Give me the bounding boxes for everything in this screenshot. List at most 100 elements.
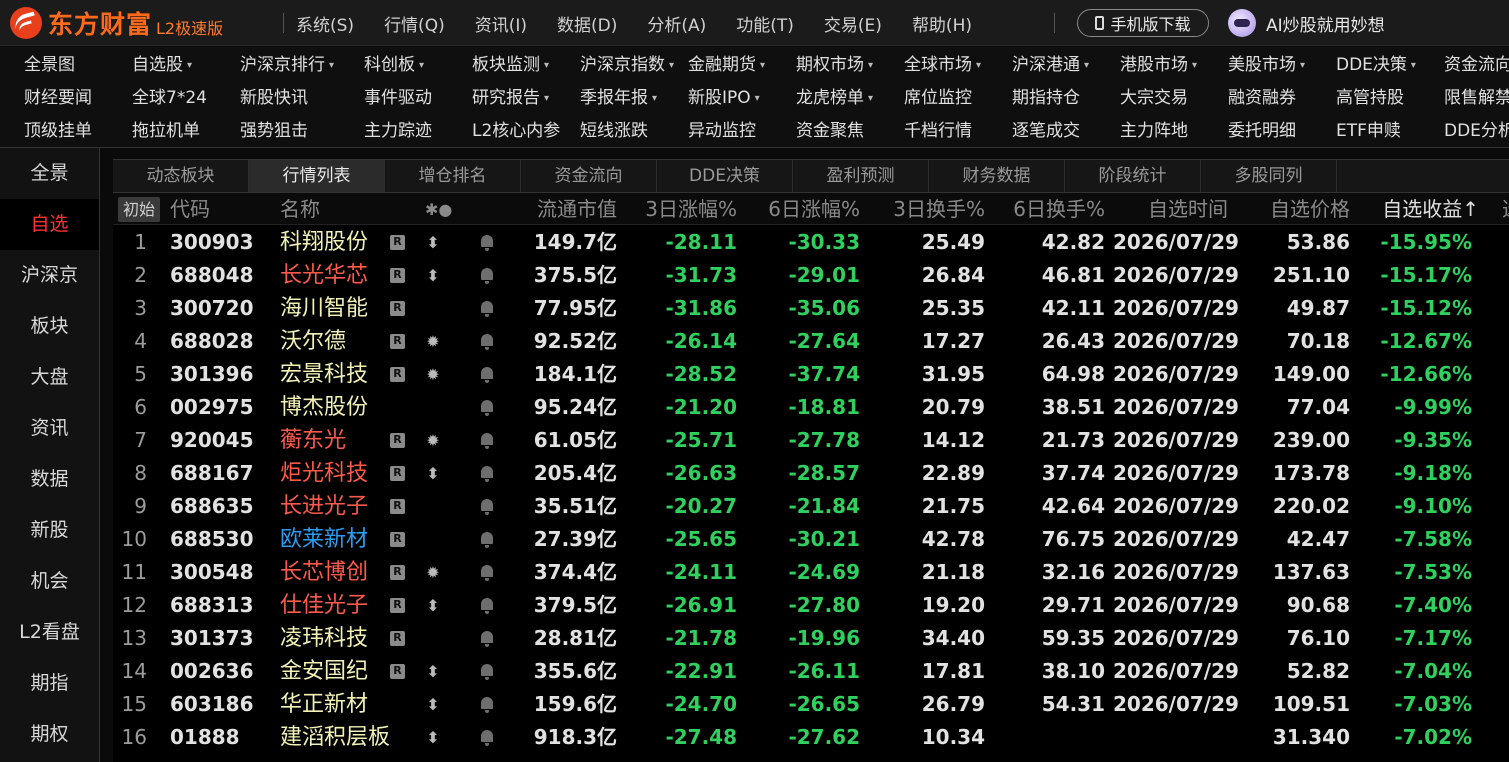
nav-link[interactable]: 融资融券 <box>1228 82 1296 115</box>
nav-link[interactable]: 沪深港通 ▾ <box>1012 49 1089 82</box>
menu-item[interactable]: 行情(Q) <box>384 11 445 36</box>
table-row[interactable]: 14 002636 金安国纪 355.6亿 -22.91 -26.11 17.81 38.10… <box>113 655 1509 688</box>
col-header-flags[interactable]: ✱● <box>425 194 452 225</box>
bell-icon[interactable] <box>480 565 494 581</box>
sidebar-item[interactable]: 数据 <box>0 454 99 505</box>
table-row[interactable]: 7 920045 蘅东光 61.05亿 -25.71 -27.78 14.12 21.73 20… <box>113 424 1509 457</box>
table-row[interactable]: 6 002975 博杰股份 95.24亿 -21.20 -18.81 20.79 38.51 2… <box>113 391 1509 424</box>
bell-icon[interactable] <box>480 334 494 350</box>
nav-link[interactable]: 资金聚焦 <box>796 115 864 148</box>
bell-icon[interactable] <box>480 664 494 680</box>
nav-link[interactable]: 沪深京排行 ▾ <box>240 49 334 82</box>
bell-icon[interactable] <box>480 631 494 647</box>
nav-link[interactable]: 研究报告 ▾ <box>472 82 549 115</box>
ai-assistant-button[interactable]: AI炒股就用妙想 <box>1228 8 1385 38</box>
bell-icon[interactable] <box>480 367 494 383</box>
bell-icon[interactable] <box>480 598 494 614</box>
nav-link[interactable]: 资金流向 <box>1444 49 1509 82</box>
table-row[interactable]: 11 300548 长芯博创 374.4亿 -24.11 -24.69 21.18 32.16… <box>113 556 1509 589</box>
nav-link[interactable]: 龙虎榜单 ▾ <box>796 82 873 115</box>
nav-link[interactable]: 季报年报 ▾ <box>580 82 657 115</box>
menu-item[interactable]: 帮助(H) <box>912 11 972 36</box>
col-header-return[interactable]: 自选收益↑ <box>1363 194 1479 225</box>
bell-icon[interactable] <box>480 301 494 317</box>
nav-link[interactable]: 顶级挂单 <box>24 115 92 148</box>
nav-link[interactable]: 短线涨跌 <box>580 115 648 148</box>
nav-link[interactable]: 金融期货 ▾ <box>688 49 765 82</box>
nav-link[interactable]: DDE决策 ▾ <box>1336 49 1416 82</box>
col-header-3day-change[interactable]: 3日涨幅% <box>628 194 737 225</box>
col-header-added-price[interactable]: 自选价格 <box>1250 194 1350 225</box>
view-tab[interactable]: 增仓排名 <box>385 160 521 192</box>
nav-link[interactable]: 科创板 ▾ <box>364 49 424 82</box>
sidebar-item[interactable]: 新股 <box>0 505 99 556</box>
col-header-truncated[interactable]: 选 <box>1502 194 1509 225</box>
sidebar-item[interactable]: 大盘 <box>0 352 99 403</box>
sidebar-item[interactable]: 板块 <box>0 301 99 352</box>
nav-link[interactable]: 大宗交易 <box>1120 82 1188 115</box>
view-tab[interactable]: 阶段统计 <box>1065 160 1201 192</box>
nav-link[interactable]: L2核心内参 <box>472 115 560 148</box>
table-row[interactable]: 15 603186 华正新材 159.6亿 -24.70 -26.65 26.79 54.31… <box>113 688 1509 721</box>
view-tab[interactable]: DDE决策 <box>657 160 793 192</box>
nav-link[interactable]: 席位监控 <box>904 82 972 115</box>
view-tab[interactable]: 资金流向 <box>521 160 657 192</box>
nav-link[interactable]: 千档行情 <box>904 115 972 148</box>
sidebar-item[interactable]: 沪深京 <box>0 250 99 301</box>
sidebar-item[interactable]: 期权 <box>0 709 99 760</box>
menu-item[interactable]: 功能(T) <box>736 11 794 36</box>
sidebar-item[interactable]: 资讯 <box>0 403 99 454</box>
sidebar-item[interactable]: L2看盘 <box>0 607 99 658</box>
table-row[interactable]: 10 688530 欧莱新材 27.39亿 -25.65 -30.21 42.78 76.75… <box>113 523 1509 556</box>
col-header-code[interactable]: 代码 <box>170 194 210 225</box>
nav-link[interactable]: 全球市场 ▾ <box>904 49 981 82</box>
nav-link[interactable]: 自选股 ▾ <box>132 49 192 82</box>
bell-icon[interactable] <box>480 499 494 515</box>
nav-link[interactable]: 财经要闻 <box>24 82 92 115</box>
menu-item[interactable]: 资讯(I) <box>475 11 527 36</box>
bell-icon[interactable] <box>480 235 494 251</box>
nav-link[interactable]: 港股市场 ▾ <box>1120 49 1197 82</box>
sidebar-item[interactable]: 机会 <box>0 556 99 607</box>
nav-link[interactable]: 事件驱动 <box>364 82 432 115</box>
bell-icon[interactable] <box>480 697 494 713</box>
nav-link[interactable]: 委托明细 <box>1228 115 1296 148</box>
col-header-6day-change[interactable]: 6日涨幅% <box>750 194 860 225</box>
nav-link[interactable]: 拖拉机单 <box>132 115 200 148</box>
bell-icon[interactable] <box>480 532 494 548</box>
table-row[interactable]: 13 301373 凌玮科技 28.81亿 -21.78 -19.96 34.40 59.35… <box>113 622 1509 655</box>
table-row[interactable]: 2 688048 长光华芯 375.5亿 -31.73 -29.01 26.84 46.81 2… <box>113 259 1509 292</box>
nav-link[interactable]: 全景图 <box>24 49 75 82</box>
table-row[interactable]: 5 301396 宏景科技 184.1亿 -28.52 -37.74 31.95 64.98 2… <box>113 358 1509 391</box>
menu-item[interactable]: 数据(D) <box>557 11 617 36</box>
view-tab[interactable]: 财务数据 <box>929 160 1065 192</box>
nav-link[interactable]: 板块监测 ▾ <box>472 49 549 82</box>
mobile-download-button[interactable]: 手机版下载 <box>1077 9 1209 37</box>
nav-link[interactable]: 全球7*24 <box>132 82 207 115</box>
nav-link[interactable]: 主力踪迹 <box>364 115 432 148</box>
nav-link[interactable]: 新股IPO ▾ <box>688 82 760 115</box>
bell-icon[interactable] <box>480 730 494 746</box>
table-row[interactable]: 9 688635 长进光子 35.51亿 -20.27 -21.84 21.75 42.64 2… <box>113 490 1509 523</box>
sidebar-item[interactable]: 期指 <box>0 658 99 709</box>
table-row[interactable]: 3 300720 海川智能 77.95亿 -31.86 -35.06 25.35 42.11 2… <box>113 292 1509 325</box>
nav-link[interactable]: 限售解禁 <box>1444 82 1509 115</box>
sidebar-item[interactable]: 全景 <box>0 148 99 199</box>
nav-link[interactable]: 逐笔成交 <box>1012 115 1080 148</box>
table-row[interactable]: 12 688313 仕佳光子 379.5亿 -26.91 -27.80 19.20 29.71… <box>113 589 1509 622</box>
nav-link[interactable]: 高管持股 <box>1336 82 1404 115</box>
menu-item[interactable]: 交易(E) <box>824 11 882 36</box>
col-header-6day-turnover[interactable]: 6日换手% <box>993 194 1105 225</box>
table-row[interactable]: 1 300903 科翔股份 149.7亿 -28.11 -30.33 25.49 42.82 2… <box>113 226 1509 259</box>
nav-link[interactable]: DDE分析 <box>1444 115 1509 148</box>
nav-link[interactable]: ETF申赎 <box>1336 115 1401 148</box>
bell-icon[interactable] <box>480 466 494 482</box>
col-header-3day-turnover[interactable]: 3日换手% <box>873 194 985 225</box>
view-tab[interactable]: 行情列表 <box>249 160 385 192</box>
nav-link[interactable]: 期权市场 ▾ <box>796 49 873 82</box>
nav-link[interactable]: 期指持仓 <box>1012 82 1080 115</box>
sidebar-item[interactable]: 自选 <box>0 199 99 250</box>
nav-link[interactable]: 美股市场 ▾ <box>1228 49 1305 82</box>
bell-icon[interactable] <box>480 400 494 416</box>
view-tab[interactable]: 盈利预测 <box>793 160 929 192</box>
